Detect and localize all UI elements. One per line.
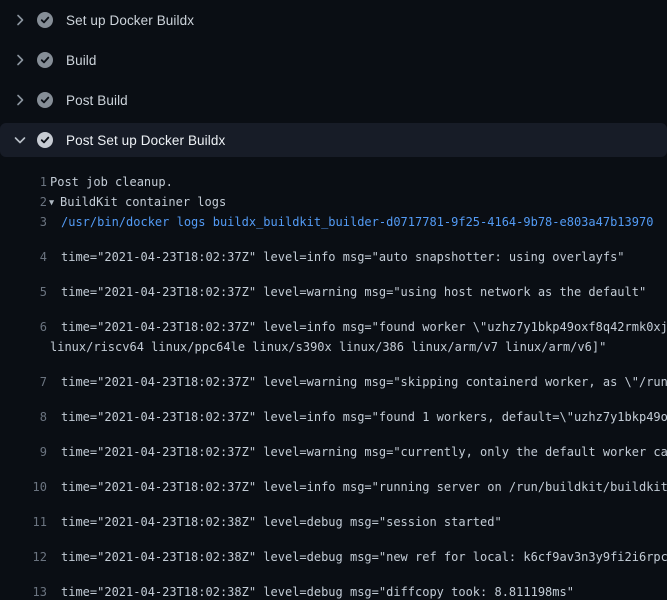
workflow-log-viewer: Set up Docker Buildx Build P	[0, 0, 667, 600]
steps-list: Set up Docker Buildx Build P	[0, 0, 667, 157]
log-line-text: ▼BuildKit container logs	[47, 192, 667, 212]
log-line-text: time="2021-04-23T18:02:37Z" level=info m…	[47, 407, 667, 427]
log-line-number[interactable]: 1	[0, 172, 47, 192]
check-circle-icon	[37, 12, 53, 28]
step-label: Post Build	[66, 93, 128, 108]
log-line-text: time="2021-04-23T18:02:37Z" level=info m…	[47, 317, 667, 337]
log-line-text: time="2021-04-23T18:02:37Z" level=warnin…	[47, 372, 667, 392]
caret-down-icon[interactable]: ▼	[49, 193, 60, 212]
log-line-number[interactable]: 4	[0, 247, 47, 267]
log-line: 5 time="2021-04-23T18:02:37Z" level=warn…	[0, 267, 667, 302]
log-line-number[interactable]: 12	[0, 547, 47, 567]
step-label: Build	[66, 53, 97, 68]
step-row-3[interactable]: Post Set up Docker Buildx	[0, 123, 667, 157]
log-line-text: time="2021-04-23T18:02:37Z" level=info m…	[47, 477, 667, 497]
log-line: 4 time="2021-04-23T18:02:37Z" level=info…	[0, 232, 667, 267]
log-line-text: time="2021-04-23T18:02:37Z" level=warnin…	[47, 442, 667, 462]
log-line-number[interactable]: 10	[0, 477, 47, 497]
log-line-number[interactable]: 5	[0, 282, 47, 302]
check-circle-icon	[37, 132, 53, 148]
check-circle-icon	[37, 92, 53, 108]
log-line: 9 time="2021-04-23T18:02:37Z" level=warn…	[0, 427, 667, 462]
step-label: Set up Docker Buildx	[66, 13, 194, 28]
log-line-number[interactable]: 6	[0, 317, 47, 337]
log-line-number[interactable]: 13	[0, 582, 47, 600]
chevron-right-icon[interactable]	[12, 12, 29, 28]
log-line: 1 Post job cleanup.	[0, 172, 667, 192]
log-line-text: /usr/bin/docker logs buildx_buildkit_bui…	[47, 212, 667, 232]
chevron-right-icon[interactable]	[12, 52, 29, 68]
log-line-number[interactable]: 11	[0, 512, 47, 532]
check-circle-icon	[37, 52, 53, 68]
log-line: 6 time="2021-04-23T18:02:37Z" level=info…	[0, 302, 667, 337]
step-row-1[interactable]: Build	[0, 40, 667, 80]
log-line-number[interactable]: 7	[0, 372, 47, 392]
log-line-number[interactable]: 2	[0, 192, 47, 212]
log-line: linux/riscv64 linux/ppc64le linux/s390x …	[0, 337, 667, 357]
log-line-text: Post job cleanup.	[47, 172, 667, 192]
log-line-text: time="2021-04-23T18:02:38Z" level=debug …	[47, 547, 667, 567]
log-line: 11 time="2021-04-23T18:02:38Z" level=deb…	[0, 497, 667, 532]
log-line-text: time="2021-04-23T18:02:37Z" level=warnin…	[47, 282, 667, 302]
log-area: 1 Post job cleanup. 2 ▼BuildKit containe…	[0, 157, 667, 600]
log-line-text: linux/riscv64 linux/ppc64le linux/s390x …	[47, 337, 667, 357]
log-line-number[interactable]: 9	[0, 442, 47, 462]
log-line: 7 time="2021-04-23T18:02:37Z" level=warn…	[0, 357, 667, 392]
step-label: Post Set up Docker Buildx	[66, 133, 225, 148]
log-line: 13 time="2021-04-23T18:02:38Z" level=deb…	[0, 567, 667, 600]
log-line-text: time="2021-04-23T18:02:38Z" level=debug …	[47, 582, 667, 600]
log-line-text: time="2021-04-23T18:02:37Z" level=info m…	[47, 247, 667, 267]
log-line: 8 time="2021-04-23T18:02:37Z" level=info…	[0, 392, 667, 427]
log-line: 12 time="2021-04-23T18:02:38Z" level=deb…	[0, 532, 667, 567]
chevron-right-icon[interactable]	[12, 92, 29, 108]
log-line: 10 time="2021-04-23T18:02:37Z" level=inf…	[0, 462, 667, 497]
log-line-text: time="2021-04-23T18:02:38Z" level=debug …	[47, 512, 667, 532]
step-row-2[interactable]: Post Build	[0, 80, 667, 120]
log-line-number[interactable]	[0, 337, 47, 357]
log-line: 2 ▼BuildKit container logs	[0, 192, 667, 212]
log-line-number[interactable]: 3	[0, 212, 47, 232]
log-line-number[interactable]: 8	[0, 407, 47, 427]
chevron-right-icon[interactable]	[12, 132, 29, 148]
log-line: 3 /usr/bin/docker logs buildx_buildkit_b…	[0, 212, 667, 232]
step-row-0[interactable]: Set up Docker Buildx	[0, 0, 667, 40]
